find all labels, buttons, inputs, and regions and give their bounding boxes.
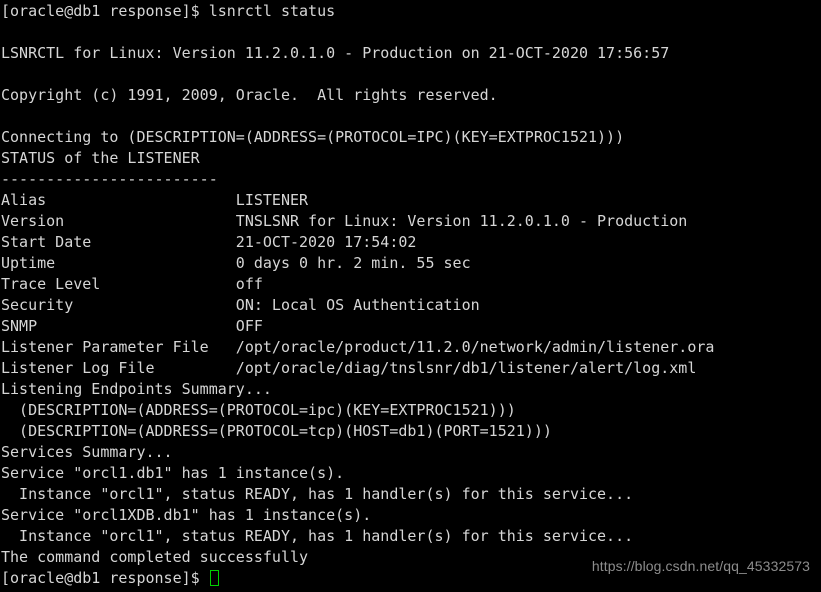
terminal-line: Listener Log File /opt/oracle/diag/tnsls…	[1, 359, 697, 377]
terminal-line: Copyright (c) 1991, 2009, Oracle. All ri…	[1, 86, 498, 104]
terminal-line: Alias LISTENER	[1, 191, 309, 209]
shell-prompt: [oracle@db1 response]$	[1, 569, 209, 587]
terminal-line: SNMP OFF	[1, 317, 263, 335]
terminal-line: The command completed successfully	[1, 548, 309, 566]
terminal-line: Services Summary...	[1, 443, 173, 461]
terminal-line: Security ON: Local OS Authentication	[1, 296, 480, 314]
terminal-line: (DESCRIPTION=(ADDRESS=(PROTOCOL=ipc)(KEY…	[1, 401, 516, 419]
text-cursor	[209, 570, 219, 586]
terminal-line: Instance "orcl1", status READY, has 1 ha…	[1, 485, 634, 503]
terminal-output: [oracle@db1 response]$ lsnrctl status LSN…	[0, 1, 821, 589]
terminal-line: Service "orcl1XDB.db1" has 1 instance(s)…	[1, 506, 372, 524]
terminal-line: ------------------------	[1, 170, 218, 188]
terminal-line: Listener Parameter File /opt/oracle/prod…	[1, 338, 715, 356]
terminal-line: Instance "orcl1", status READY, has 1 ha…	[1, 527, 634, 545]
terminal-line: LSNRCTL for Linux: Version 11.2.0.1.0 - …	[1, 44, 670, 62]
terminal-line: Uptime 0 days 0 hr. 2 min. 55 sec	[1, 254, 471, 272]
terminal-line: Service "orcl1.db1" has 1 instance(s).	[1, 464, 345, 482]
terminal-line: (DESCRIPTION=(ADDRESS=(PROTOCOL=tcp)(HOS…	[1, 422, 552, 440]
terminal-line: Start Date 21-OCT-2020 17:54:02	[1, 233, 417, 251]
terminal-line: Connecting to (DESCRIPTION=(ADDRESS=(PRO…	[1, 128, 625, 146]
terminal-prompt-line[interactable]: [oracle@db1 response]$	[0, 568, 821, 589]
terminal-line: Version TNSLSNR for Linux: Version 11.2.…	[1, 212, 688, 230]
terminal-line: Listening Endpoints Summary...	[1, 380, 272, 398]
terminal-window[interactable]: [oracle@db1 response]$ lsnrctl status LSN…	[0, 0, 821, 592]
terminal-line: Trace Level off	[1, 275, 263, 293]
terminal-line: [oracle@db1 response]$ lsnrctl status	[1, 2, 336, 20]
terminal-line: STATUS of the LISTENER	[1, 149, 200, 167]
